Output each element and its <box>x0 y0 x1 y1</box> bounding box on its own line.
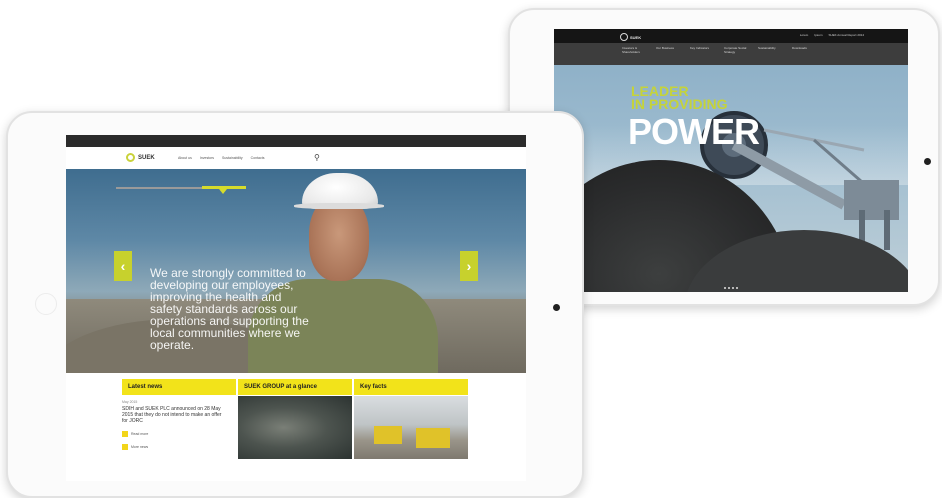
nav-item[interactable]: Investors & Shareholders <box>620 43 654 65</box>
top-links: Lorem Ipsum SUEK Annual Report 2014 <box>800 33 864 37</box>
tablet-back-screen: SUEK Lorem Ipsum SUEK Annual Report 2014… <box>554 29 908 292</box>
suek-logo[interactable]: SUEK <box>126 153 155 162</box>
key-facts-panel[interactable]: Key facts <box>354 379 468 475</box>
hero-banner: LEADER IN PROVIDING POWER <box>554 65 908 292</box>
mine-tunnel-image[interactable] <box>238 396 352 459</box>
arrow-icon <box>122 431 128 437</box>
nav-links: About us Investors Sustainability Contac… <box>178 156 264 160</box>
nav-link[interactable]: Investors <box>200 156 214 160</box>
home-button <box>924 158 931 165</box>
panel-title[interactable]: SUEK GROUP at a glance <box>238 379 352 395</box>
panel-title[interactable]: Latest news <box>122 379 236 395</box>
truck-image <box>416 428 450 448</box>
slider-dots[interactable] <box>724 287 738 289</box>
read-more-button[interactable]: Read more <box>122 431 236 437</box>
slider-caret-icon <box>219 189 227 194</box>
top-bar: SUEK Lorem Ipsum SUEK Annual Report 2014 <box>554 29 908 43</box>
logo-text: SUEK <box>138 154 155 161</box>
search-icon[interactable]: ⚲ <box>314 153 323 162</box>
logo-text: SUEK <box>630 34 642 40</box>
hero-text: We are strongly committed to developing … <box>150 266 309 352</box>
nav-item[interactable]: Our Business <box>654 43 688 65</box>
arrow-icon <box>122 444 128 450</box>
hero-banner: We are strongly committed to developing … <box>66 169 526 373</box>
main-nav: SUEK About us Investors Sustainability C… <box>66 147 526 170</box>
prev-slide-button[interactable]: ‹ <box>114 251 132 281</box>
tablet-front-screen: SUEK About us Investors Sustainability C… <box>66 135 526 481</box>
top-link[interactable]: Lorem <box>800 33 809 37</box>
truck-image <box>374 426 402 444</box>
nav-item[interactable]: Downloads <box>790 43 824 65</box>
news-date: May 2015 <box>122 400 138 404</box>
top-link[interactable]: SUEK Annual Report 2014 <box>828 33 864 37</box>
mining-trucks-image[interactable] <box>354 396 468 459</box>
home-button <box>553 304 560 311</box>
nav-item[interactable]: Corporate Social Strategy <box>722 43 756 65</box>
info-panels: Latest news May 2015 SDIH and SUEK PLC a… <box>66 373 526 481</box>
logo-icon <box>126 153 135 162</box>
tablet-front: SUEK About us Investors Sustainability C… <box>6 111 584 498</box>
more-news-button[interactable]: More news <box>122 444 236 450</box>
nav-link[interactable]: About us <box>178 156 192 160</box>
button-label: More news <box>131 445 149 449</box>
latest-news-panel: Latest news May 2015 SDIH and SUEK PLC a… <box>122 379 236 475</box>
nav-item[interactable]: Sustainability <box>756 43 790 65</box>
button-label: Read more <box>131 432 149 436</box>
panel-title[interactable]: Key facts <box>354 379 468 395</box>
group-at-a-glance-panel[interactable]: SUEK GROUP at a glance <box>238 379 352 475</box>
nav-item[interactable]: Key Indicators <box>688 43 722 65</box>
top-link[interactable]: Ipsum <box>814 33 822 37</box>
top-bar <box>66 135 526 147</box>
logo-icon <box>620 33 628 41</box>
next-slide-button[interactable]: › <box>460 251 478 281</box>
news-body[interactable]: SDIH and SUEK PLC announced on 28 May 20… <box>122 406 226 424</box>
nav-link[interactable]: Sustainability <box>222 156 243 160</box>
tablet-reflection <box>35 293 57 315</box>
main-nav: Investors & Shareholders Our Business Ke… <box>554 43 908 65</box>
nav-link[interactable]: Contacts <box>251 156 265 160</box>
headline-big: POWER <box>628 111 760 152</box>
suek-logo[interactable]: SUEK <box>620 33 641 41</box>
headline-small: LEADER IN PROVIDING <box>631 83 728 112</box>
